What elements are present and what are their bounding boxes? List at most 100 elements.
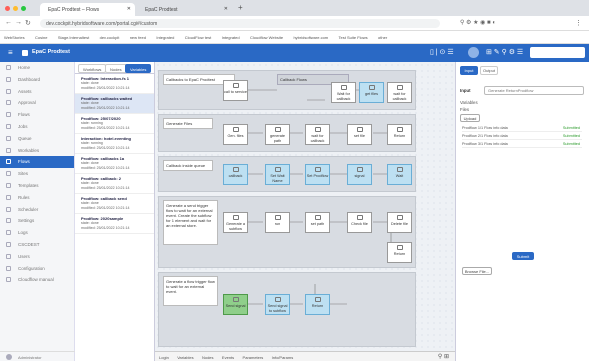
zoom-icons[interactable]: ⚲ ⊞: [438, 353, 449, 360]
flow-node[interactable]: Check file: [347, 212, 372, 233]
table-row[interactable]: Prodflow 2/1 Flow info data Submitted: [462, 132, 582, 140]
sidebar-item-manual[interactable]: Cloudflow manual: [0, 274, 74, 286]
flow-node[interactable]: Wait for callback: [331, 82, 356, 103]
tab-input[interactable]: Input: [460, 66, 478, 75]
list-item[interactable]: Prodflow: Interaction.fs 1 state: done mod…: [75, 74, 154, 94]
status-item[interactable]: Variables: [177, 355, 193, 360]
sidebar-item-flows-active[interactable]: Flows: [0, 156, 74, 169]
flow-node[interactable]: Generate a subflow: [223, 212, 248, 233]
bookmark-item[interactable]: dev.cockpit: [100, 35, 120, 40]
sidebar-item-sites[interactable]: Sites: [0, 168, 74, 180]
flow-node[interactable]: set path: [305, 212, 330, 233]
browser-menu-icon[interactable]: ⋮: [575, 19, 582, 27]
flow-node[interactable]: set file: [347, 124, 372, 145]
close-window-icon[interactable]: [5, 6, 10, 11]
bookmark-item[interactable]: new feed: [130, 35, 146, 40]
list-item-selected[interactable]: Prodflow: callbacks waited state: done mod…: [75, 94, 154, 114]
upload-button[interactable]: Upload: [460, 114, 480, 122]
bookmark-item[interactable]: Cloudflow Website: [250, 35, 283, 40]
sidebar-item-workables[interactable]: Workables: [0, 145, 74, 157]
menu-icon[interactable]: ≡: [8, 48, 13, 57]
status-item[interactable]: Events: [222, 355, 234, 360]
url-input[interactable]: dev.cockpit.hybridsoftware.com/portal.cg…: [40, 19, 440, 28]
sidebar-item-home[interactable]: Home: [0, 62, 74, 74]
flow-node[interactable]: signal: [347, 164, 372, 185]
maximize-window-icon[interactable]: [21, 6, 26, 11]
flow-node[interactable]: Wait: [387, 164, 412, 185]
flow-node[interactable]: callback: [223, 164, 248, 185]
header-search-input[interactable]: [530, 47, 585, 58]
flow-node[interactable]: generate path: [265, 124, 290, 145]
sidebar-item-dashboard[interactable]: Dashboard: [0, 74, 74, 86]
sidebar-item-queue[interactable]: Queue: [0, 133, 74, 145]
sidebar-item-approval[interactable]: Approval: [0, 97, 74, 109]
bookmark-item[interactable]: Integrated: [156, 35, 174, 40]
flow-node[interactable]: Return: [387, 242, 412, 263]
tab-variables[interactable]: Variables: [125, 64, 152, 73]
sidebar-item-rules[interactable]: Rules: [0, 192, 74, 204]
bookmark-item[interactable]: CloudFlow test: [185, 35, 211, 40]
tab-output[interactable]: Output: [480, 66, 498, 75]
browser-tab-prodtest[interactable]: EpaC Prodtest ✕: [137, 3, 232, 16]
sidebar-item-users[interactable]: Users: [0, 251, 74, 263]
header-icons[interactable]: ▯ | ⊙ ☰: [430, 48, 454, 56]
input-select[interactable]: Generate ReturnProdflow: [484, 86, 584, 95]
sidebar-item-scheduler[interactable]: Scheduler: [0, 204, 74, 216]
flow-node[interactable]: Send signal: [223, 294, 248, 315]
flow-node[interactable]: Return: [387, 124, 412, 145]
browse-file-button[interactable]: Browse File...: [462, 267, 492, 275]
close-tab-icon[interactable]: ✕: [224, 6, 228, 12]
status-item[interactable]: Parameters: [243, 355, 264, 360]
sidebar-footer[interactable]: Administrator: [0, 351, 75, 361]
flow-node[interactable]: Send signal to subflow: [265, 294, 290, 315]
table-row[interactable]: Prodflow 1/1 Flow info data Submitted: [462, 124, 582, 132]
bookmark-item[interactable]: Cosine: [35, 35, 47, 40]
list-item[interactable]: Prodflow: callbacks 1a state: done modifie…: [75, 154, 154, 174]
status-item[interactable]: Info/Params: [272, 355, 294, 360]
browser-tab-flows[interactable]: EpaC Prodtest – Flows ✕: [40, 3, 135, 16]
bookmark-item[interactable]: WebStories: [4, 35, 25, 40]
list-item[interactable]: Interaction: hotel.eventing state: runnin…: [75, 134, 154, 154]
flow-node[interactable]: wait for callback: [305, 124, 330, 145]
back-icon[interactable]: ←: [5, 19, 12, 26]
flow-node[interactable]: wait for callback: [387, 82, 412, 103]
sidebar-item-assets[interactable]: Assets: [0, 86, 74, 98]
flow-canvas[interactable]: Callbacks to EpaC Prodtest Callback Flow…: [155, 62, 455, 351]
sidebar-item-logs[interactable]: Logs: [0, 227, 74, 239]
bookmark-item[interactable]: Integrated: [222, 35, 240, 40]
status-item[interactable]: Login: [159, 355, 169, 360]
reload-icon[interactable]: ↻: [25, 19, 31, 27]
flow-node[interactable]: run: [265, 212, 290, 233]
header-tools-icons[interactable]: ⊞ ✎ ⚲ ⚙ ☰: [486, 48, 523, 56]
extension-icons[interactable]: ⚲ ⚙ ★ ◉ ■ ◐: [460, 19, 496, 26]
flow-node[interactable]: Return: [305, 294, 330, 315]
sidebar-item-jobs[interactable]: Jobs: [0, 121, 74, 133]
sidebar-item-configuration[interactable]: Configuration: [0, 263, 74, 275]
flow-node[interactable]: Set Prodflow: [305, 164, 330, 185]
bookmark-item[interactable]: other: [378, 35, 387, 40]
flow-node[interactable]: Set Wait Name: [265, 164, 290, 185]
new-tab-button[interactable]: +: [238, 3, 243, 12]
submit-button[interactable]: Submit: [512, 252, 534, 260]
status-item[interactable]: Nodes: [202, 355, 214, 360]
flow-node[interactable]: Delete file: [387, 212, 412, 233]
table-row[interactable]: Prodflow 3/1 Flow info data Submitted: [462, 140, 582, 148]
list-item[interactable]: Prodflow: 25/07/2020 state: running modifi…: [75, 114, 154, 134]
sidebar-item-settings[interactable]: Settings: [0, 215, 74, 227]
flow-node[interactable]: Gen. files: [223, 124, 248, 145]
close-tab-icon[interactable]: ✕: [127, 6, 131, 12]
list-item[interactable]: Prodflow: callback send state: done modifi…: [75, 194, 154, 214]
tab-nodes[interactable]: Nodes: [105, 64, 127, 73]
list-item[interactable]: Prodflow: callback: 2 state: done modified…: [75, 174, 154, 194]
tab-workflows[interactable]: Workflows: [78, 64, 107, 73]
sidebar-item-flows[interactable]: Flows: [0, 109, 74, 121]
minimize-window-icon[interactable]: [13, 6, 18, 11]
bookmark-item[interactable]: Test Suite Flows: [339, 35, 368, 40]
sidebar-item-templates[interactable]: Templates: [0, 180, 74, 192]
flow-node[interactable]: call to service: [223, 80, 248, 101]
forward-icon[interactable]: →: [15, 19, 22, 26]
bookmark-item[interactable]: Stage.Internaltest: [58, 35, 89, 40]
bookmark-item[interactable]: hybridsoftware.com: [293, 35, 328, 40]
sidebar-item-cscdest[interactable]: CSCDEST: [0, 239, 74, 251]
list-item[interactable]: Prodflow: 2020sample state: done modified:…: [75, 214, 154, 234]
